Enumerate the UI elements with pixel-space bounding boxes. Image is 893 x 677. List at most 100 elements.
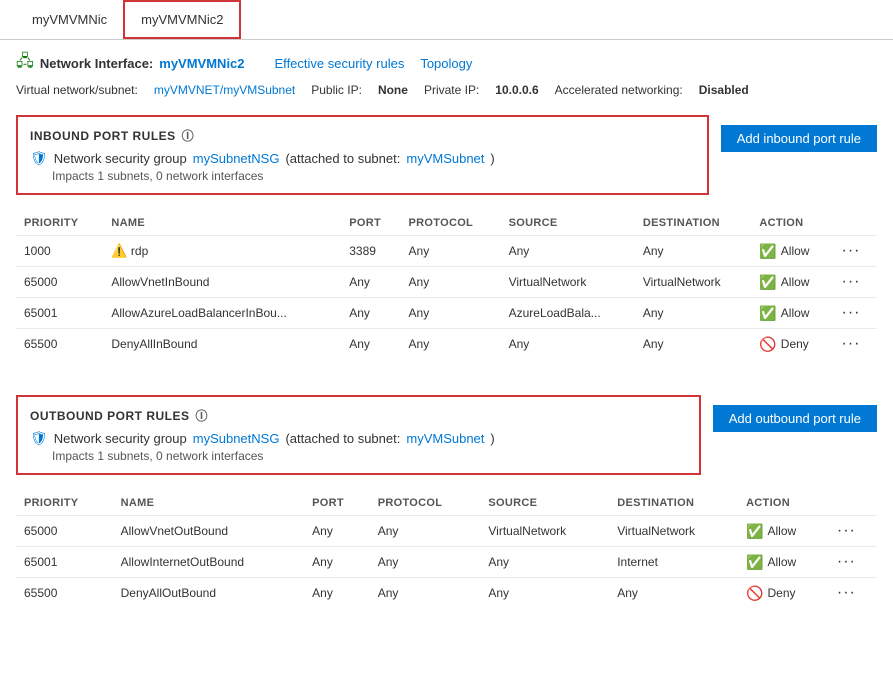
inbound-table-header: PRIORITY NAME PORT PROTOCOL SOURCE DESTI… [16, 211, 877, 236]
cell-name: AllowAzureLoadBalancerInBou... [103, 298, 341, 329]
cell-port: 3389 [341, 236, 400, 267]
vnet-label: Virtual network/subnet: [16, 83, 138, 97]
public-ip-label: Public IP: [311, 83, 362, 97]
cell-destination: Any [635, 298, 752, 329]
tabs-bar: myVMVMNic myVMVMNic2 [0, 0, 893, 40]
inbound-info-icon[interactable]: ⓘ [182, 127, 195, 144]
more-options-icon[interactable]: ··· [842, 304, 861, 321]
inbound-closing-paren: ) [490, 151, 494, 166]
cell-more[interactable]: ··· [834, 267, 878, 298]
cell-protocol: Any [401, 236, 501, 267]
cell-destination: VirtualNetwork [609, 516, 738, 547]
cell-priority: 65001 [16, 298, 103, 329]
outbound-nsg-link[interactable]: mySubnetNSG [193, 431, 280, 446]
cell-source: Any [501, 236, 635, 267]
outbound-table-header: PRIORITY NAME PORT PROTOCOL SOURCE DESTI… [16, 491, 877, 516]
cell-protocol: Any [401, 298, 501, 329]
inbound-shield-icon: 🛡 [30, 150, 48, 167]
cell-action: ✅ Allow [751, 267, 833, 298]
cell-destination: Internet [609, 547, 738, 578]
out-col-source: SOURCE [480, 491, 609, 516]
cell-protocol: Any [370, 547, 481, 578]
outbound-nsg-text: Network security group [54, 431, 187, 446]
more-options-icon[interactable]: ··· [842, 242, 861, 259]
table-row: 65001 AllowInternetOutBound Any Any Any … [16, 547, 877, 578]
out-col-more [829, 491, 877, 516]
out-col-action: ACTION [738, 491, 829, 516]
add-outbound-port-rule-button[interactable]: Add outbound port rule [713, 405, 877, 432]
allow-icon: ✅ [759, 243, 776, 260]
cell-source: AzureLoadBala... [501, 298, 635, 329]
cell-source: VirtualNetwork [501, 267, 635, 298]
deny-icon: 🚫 [759, 336, 776, 353]
allow-icon: ✅ [759, 305, 776, 322]
col-action: ACTION [751, 211, 833, 236]
cell-port: Any [341, 267, 400, 298]
out-col-priority: PRIORITY [16, 491, 113, 516]
cell-protocol: Any [370, 516, 481, 547]
col-name: NAME [103, 211, 341, 236]
cell-protocol: Any [401, 267, 501, 298]
effective-security-rules-link[interactable]: Effective security rules [275, 56, 405, 71]
outbound-subnet-link[interactable]: myVMSubnet [406, 431, 484, 446]
cell-more[interactable]: ··· [829, 578, 877, 609]
main-container: myVMVMNic myVMVMNic2 🖧 Network Interface… [0, 0, 893, 677]
inbound-title: INBOUND PORT RULES ⓘ [30, 127, 695, 144]
cell-port: Any [341, 329, 400, 360]
more-options-icon[interactable]: ··· [842, 273, 861, 290]
vnet-value-link[interactable]: myVMVNET/myVMSubnet [154, 83, 295, 97]
cell-destination: Any [635, 329, 752, 360]
cell-name: DenyAllOutBound [113, 578, 305, 609]
inbound-title-text: INBOUND PORT RULES [30, 129, 176, 143]
network-icon: 🖧 [16, 50, 34, 77]
inbound-nsg-link[interactable]: mySubnetNSG [193, 151, 280, 166]
allow-icon: ✅ [759, 274, 776, 291]
header-links: Effective security rules Topology [275, 56, 473, 71]
more-options-icon[interactable]: ··· [842, 335, 861, 352]
table-row: 65000 AllowVnetInBound Any Any VirtualNe… [16, 267, 877, 298]
outbound-info-icon[interactable]: ⓘ [196, 407, 209, 424]
inbound-add-btn-wrapper: Add inbound port rule [709, 115, 877, 152]
outbound-title-text: OUTBOUND PORT RULES [30, 409, 190, 423]
cell-more[interactable]: ··· [834, 236, 878, 267]
inbound-section: INBOUND PORT RULES ⓘ 🛡 Network security … [16, 115, 877, 359]
add-inbound-port-rule-button[interactable]: Add inbound port rule [721, 125, 877, 152]
cell-protocol: Any [401, 329, 501, 360]
cell-action: 🚫 Deny [751, 329, 833, 360]
public-ip-value: None [378, 83, 408, 97]
col-destination: DESTINATION [635, 211, 752, 236]
outbound-title: OUTBOUND PORT RULES ⓘ [30, 407, 687, 424]
tab-myvmvmnic2[interactable]: myVMVMNic2 [123, 0, 241, 39]
warn-icon: ⚠️ [111, 243, 127, 258]
cell-port: Any [304, 547, 370, 578]
cell-name: ⚠️ rdp [103, 236, 341, 267]
header-label: Network Interface: [40, 56, 153, 71]
cell-more[interactable]: ··· [829, 516, 877, 547]
inbound-section-header: INBOUND PORT RULES ⓘ 🛡 Network security … [16, 115, 877, 203]
cell-more[interactable]: ··· [834, 329, 878, 360]
outbound-closing-paren: ) [490, 431, 494, 446]
col-priority: PRIORITY [16, 211, 103, 236]
topology-link[interactable]: Topology [420, 56, 472, 71]
cell-priority: 65500 [16, 578, 113, 609]
inbound-nsg-row: 🛡 Network security group mySubnetNSG (at… [30, 150, 695, 167]
more-options-icon[interactable]: ··· [837, 553, 856, 570]
accel-label: Accelerated networking: [555, 83, 683, 97]
inbound-subnet-link[interactable]: myVMSubnet [406, 151, 484, 166]
outbound-section-box: OUTBOUND PORT RULES ⓘ 🛡 Network security… [16, 395, 701, 475]
more-options-icon[interactable]: ··· [837, 584, 856, 601]
meta-row: Virtual network/subnet: myVMVNET/myVMSub… [16, 81, 877, 99]
cell-more[interactable]: ··· [829, 547, 877, 578]
table-row: 65001 AllowAzureLoadBalancerInBou... Any… [16, 298, 877, 329]
cell-priority: 65001 [16, 547, 113, 578]
nic-name-link[interactable]: myVMVMNic2 [159, 56, 244, 71]
more-options-icon[interactable]: ··· [837, 522, 856, 539]
cell-more[interactable]: ··· [834, 298, 878, 329]
outbound-rules-table: PRIORITY NAME PORT PROTOCOL SOURCE DESTI… [16, 491, 877, 608]
cell-name: AllowInternetOutBound [113, 547, 305, 578]
cell-name: DenyAllInBound [103, 329, 341, 360]
outbound-nsg-row: 🛡 Network security group mySubnetNSG (at… [30, 430, 687, 447]
tab-myvmvmnic[interactable]: myVMVMNic [16, 0, 123, 39]
accel-value: Disabled [699, 83, 749, 97]
table-row: 65000 AllowVnetOutBound Any Any VirtualN… [16, 516, 877, 547]
